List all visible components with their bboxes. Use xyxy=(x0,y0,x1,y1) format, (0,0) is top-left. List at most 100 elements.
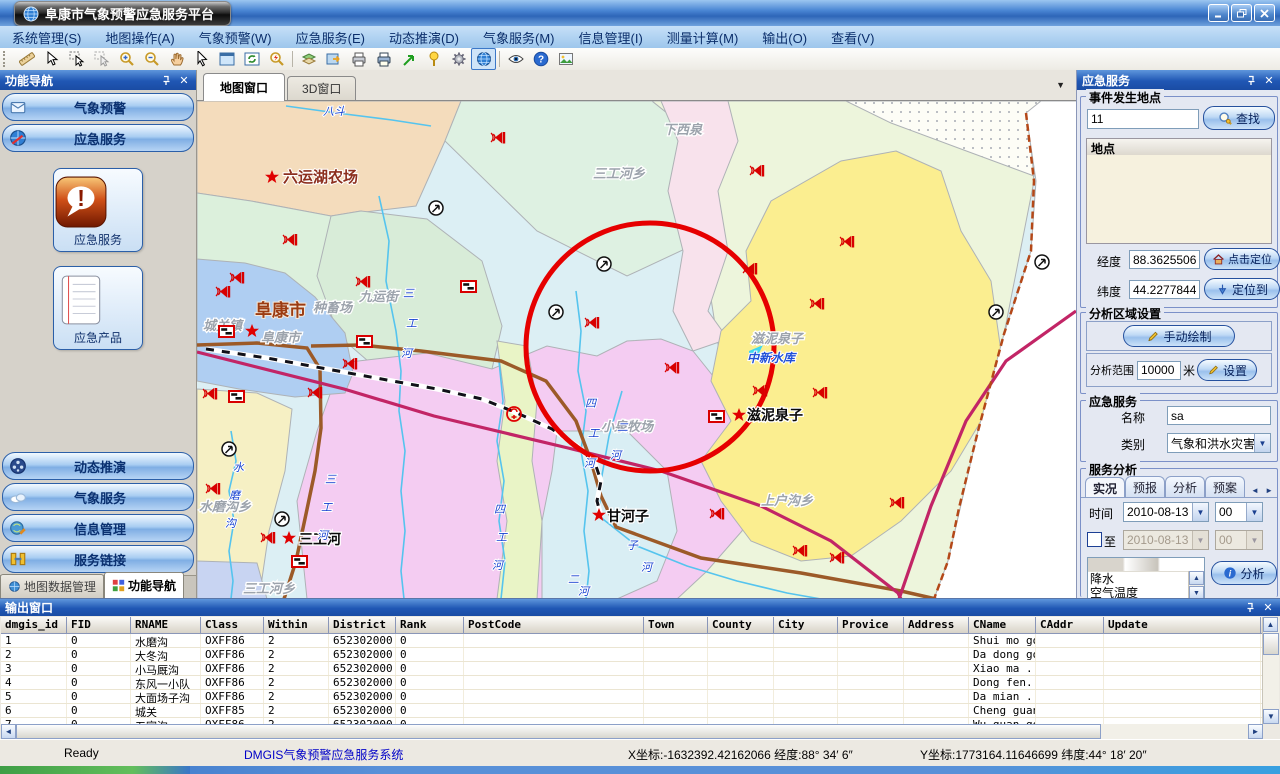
tab-实况[interactable]: 实况 xyxy=(1085,477,1125,498)
manual-draw-button[interactable]: 手动绘制 xyxy=(1123,325,1235,347)
restore-icon[interactable] xyxy=(1231,4,1252,22)
tab-scroll-icons[interactable]: ◄ ► xyxy=(1251,486,1275,497)
layers-icon[interactable] xyxy=(296,48,321,70)
minimize-icon[interactable] xyxy=(1208,4,1229,22)
column-header-CName[interactable]: CName xyxy=(969,617,1036,633)
full-extent-icon[interactable] xyxy=(214,48,239,70)
column-header-RNAME[interactable]: RNAME xyxy=(131,617,201,633)
analysis-range-input[interactable] xyxy=(1137,361,1181,380)
table-row[interactable]: 10水磨沟OXFF8626523020000Shui mo gou xyxy=(1,634,1263,648)
vertical-scrollbar[interactable]: ▲ ▼ xyxy=(1262,617,1279,724)
column-header-County[interactable]: County xyxy=(708,617,774,633)
tab-预案[interactable]: 预案 xyxy=(1205,476,1245,497)
menu-item[interactable]: 气象服务(M) xyxy=(471,26,567,48)
product-button-应急产品[interactable]: 应急产品 xyxy=(53,266,143,350)
search-button[interactable]: 查找 xyxy=(1203,106,1275,130)
menu-item[interactable]: 信息管理(I) xyxy=(567,26,655,48)
table-row[interactable]: 60城关OXFF8526523020000Cheng guan xyxy=(1,704,1263,718)
print-icon[interactable] xyxy=(371,48,396,70)
station-marker[interactable] xyxy=(222,442,236,456)
hour-select[interactable]: 00▼ xyxy=(1215,502,1263,522)
menu-item[interactable]: 输出(O) xyxy=(750,26,819,48)
menu-item[interactable]: 气象预警(W) xyxy=(187,26,284,48)
sidebar-item-服务链接[interactable]: 服务链接 xyxy=(2,545,194,573)
column-header-Within[interactable]: Within xyxy=(264,617,329,633)
scroll-up-icon[interactable]: ▲ xyxy=(1189,571,1204,585)
zoom-in-icon[interactable] xyxy=(114,48,139,70)
help-icon[interactable]: ? xyxy=(528,48,553,70)
flag-marker[interactable] xyxy=(229,391,244,402)
sidebar-item-动态推演[interactable]: 动态推演 xyxy=(2,452,194,480)
scroll-left-icon[interactable]: ◄ xyxy=(1,724,16,739)
tab-3D窗口[interactable]: 3D窗口 xyxy=(287,76,356,100)
column-header-Update[interactable]: Update xyxy=(1104,617,1261,633)
snap-pointer-icon[interactable] xyxy=(396,48,421,70)
chevron-down-icon[interactable]: ▼ xyxy=(1056,80,1065,90)
to-checkbox[interactable] xyxy=(1087,532,1102,547)
sidebar-item-气象预警[interactable]: 气象预警 xyxy=(2,93,194,121)
tab-地图数据管理[interactable]: 地图数据管理 xyxy=(0,574,104,598)
longitude-input[interactable] xyxy=(1129,250,1200,269)
location-keyword-input[interactable] xyxy=(1087,109,1199,129)
close-icon[interactable]: ✕ xyxy=(1262,73,1276,87)
menu-item[interactable]: 测量计算(M) xyxy=(655,26,751,48)
date-select[interactable]: 2010-08-13▼ xyxy=(1123,502,1209,522)
service-name-input[interactable] xyxy=(1167,406,1271,425)
set-button[interactable]: 设置 xyxy=(1197,359,1257,381)
product-button-应急服务[interactable]: !应急服务 xyxy=(53,168,143,252)
column-header-Class[interactable]: Class xyxy=(201,617,264,633)
menu-item[interactable]: 地图操作(A) xyxy=(93,26,186,48)
chevron-down-icon[interactable]: ▼ xyxy=(1254,434,1270,452)
column-header-FID[interactable]: FID xyxy=(67,617,131,633)
eye-icon[interactable] xyxy=(503,48,528,70)
latitude-input[interactable] xyxy=(1129,280,1200,299)
print-preview-icon[interactable] xyxy=(346,48,371,70)
service-type-select[interactable]: 气象和洪水灾害▼ xyxy=(1167,433,1271,453)
image-icon[interactable] xyxy=(553,48,578,70)
ruler-icon[interactable] xyxy=(14,48,39,70)
column-header-PostCode[interactable]: PostCode xyxy=(464,617,644,633)
close-icon[interactable]: ✕ xyxy=(1261,601,1275,615)
map-canvas[interactable]: 六运湖农场三工河乡下西泉九运街阜康市城关镇阜康市种畜场水磨沟乡三工河甘河子滋泥泉… xyxy=(197,101,1077,599)
station-marker[interactable] xyxy=(989,305,1003,319)
column-header-Town[interactable]: Town xyxy=(644,617,708,633)
sidebar-item-气象服务[interactable]: 气象服务 xyxy=(2,483,194,511)
menu-item[interactable]: 系统管理(S) xyxy=(0,26,93,48)
tab-地图窗口[interactable]: 地图窗口 xyxy=(203,73,285,101)
horizontal-scrollbar[interactable]: ◄ ► xyxy=(1,724,1263,739)
location-list[interactable] xyxy=(1086,155,1272,244)
pin-icon[interactable] xyxy=(421,48,446,70)
refresh-icon[interactable] xyxy=(239,48,264,70)
gear-icon[interactable] xyxy=(446,48,471,70)
analyze-button[interactable]: i 分析 xyxy=(1211,561,1277,585)
list-item[interactable]: 降水 xyxy=(1090,572,1204,586)
scroll-down-icon[interactable]: ▼ xyxy=(1189,586,1204,598)
sidebar-item-应急服务[interactable]: 应急服务 xyxy=(2,124,194,152)
station-marker[interactable] xyxy=(549,305,563,319)
element-listbox[interactable]: 降水空气温度 ▲ ▼ xyxy=(1087,557,1205,598)
pin-icon[interactable] xyxy=(159,73,173,87)
list-item[interactable]: 空气温度 xyxy=(1090,586,1204,598)
pin-icon[interactable] xyxy=(1243,601,1257,615)
zoom-out-icon[interactable] xyxy=(139,48,164,70)
table-row[interactable]: 20大冬沟OXFF8626523020000Da dong gou xyxy=(1,648,1263,662)
table-row[interactable]: 40东风一小队OXFF8626523020000Dong fen... xyxy=(1,676,1263,690)
select-area-icon[interactable] xyxy=(64,48,89,70)
station-marker[interactable] xyxy=(429,201,443,215)
pan-icon[interactable] xyxy=(164,48,189,70)
tab-功能导航[interactable]: 功能导航 xyxy=(104,572,184,598)
tab-分析[interactable]: 分析 xyxy=(1165,476,1205,497)
scroll-right-icon[interactable]: ► xyxy=(1248,724,1263,739)
pointer-icon[interactable] xyxy=(189,48,214,70)
station-marker[interactable] xyxy=(597,257,611,271)
station-marker[interactable] xyxy=(275,512,289,526)
flag-marker[interactable] xyxy=(709,411,724,422)
column-header-CAddr[interactable]: CAddr xyxy=(1036,617,1104,633)
date2-select[interactable]: 2010-08-13▼ xyxy=(1123,530,1209,550)
table-row[interactable]: 50大面场子沟OXFF8626523020000Da mian ... xyxy=(1,690,1263,704)
column-header-Rank[interactable]: Rank xyxy=(396,617,464,633)
hour2-select[interactable]: 00▼ xyxy=(1215,530,1263,550)
column-header-Provice[interactable]: Provice xyxy=(838,617,904,633)
station-marker[interactable] xyxy=(1035,255,1049,269)
pin-icon[interactable] xyxy=(1244,73,1258,87)
